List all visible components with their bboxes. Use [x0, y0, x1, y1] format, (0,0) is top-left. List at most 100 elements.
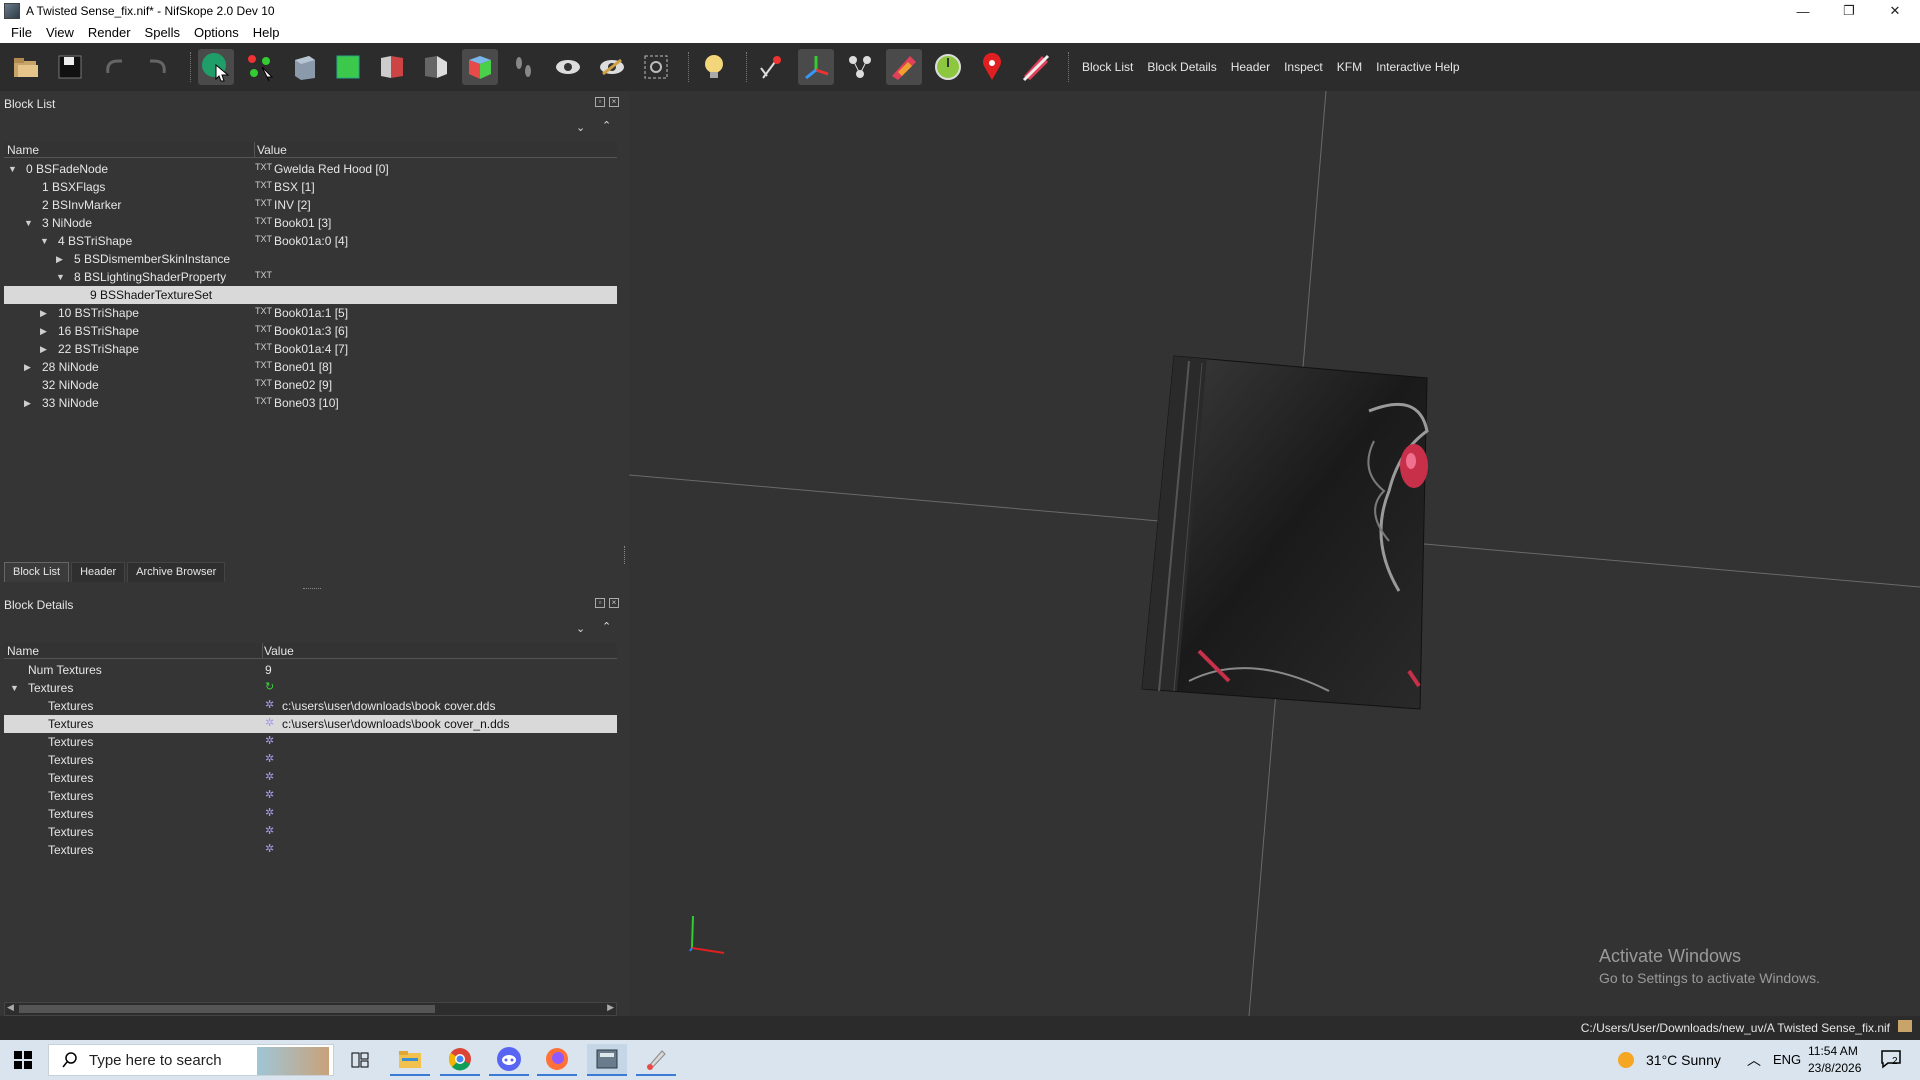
- paint-icon[interactable]: [636, 1044, 676, 1076]
- expanded-arrow-icon[interactable]: ▼: [8, 164, 17, 174]
- block-value[interactable]: Bone03 [10]: [274, 396, 339, 410]
- detail-row[interactable]: Num Textures 9: [4, 661, 617, 679]
- detail-row[interactable]: Textures ✲: [4, 733, 617, 751]
- toolbar-inspect[interactable]: Inspect: [1278, 56, 1329, 78]
- block-row[interactable]: ▶ 5 BSDismemberSkinInstance: [4, 250, 617, 268]
- menu-file[interactable]: File: [4, 25, 39, 40]
- detail-value[interactable]: 9: [265, 663, 272, 677]
- close-button[interactable]: ✕: [1872, 0, 1918, 22]
- block-row[interactable]: ▶ 33 NiNode TXT Bone03 [10]: [4, 394, 617, 412]
- no-textures-icon[interactable]: [1018, 49, 1054, 85]
- block-row[interactable]: ▼ 0 BSFadeNode TXT Gwelda Red Hood [0]: [4, 160, 617, 178]
- select-vertex-icon[interactable]: [242, 49, 278, 85]
- block-row[interactable]: ▼ 3 NiNode TXT Book01 [3]: [4, 214, 617, 232]
- view-flip-icon[interactable]: [418, 49, 454, 85]
- clock-time[interactable]: 11:54 AM: [1808, 1044, 1858, 1058]
- expanded-arrow-icon[interactable]: ▼: [40, 236, 49, 246]
- texture-file-icon[interactable]: ✲: [265, 716, 274, 729]
- block-value[interactable]: Bone01 [8]: [274, 360, 332, 374]
- expand-all-icon[interactable]: ⌃: [602, 620, 611, 633]
- 3d-viewport[interactable]: Activate Windows Go to Settings to activ…: [629, 91, 1920, 1016]
- col-value[interactable]: Value: [264, 644, 294, 658]
- nodes-icon[interactable]: [842, 49, 878, 85]
- pick-icon[interactable]: [754, 49, 790, 85]
- col-name[interactable]: Name: [7, 644, 39, 658]
- detail-row[interactable]: Textures ✲: [4, 823, 617, 841]
- weather-text[interactable]: 31°C Sunny: [1646, 1052, 1721, 1068]
- walk-icon[interactable]: [506, 49, 542, 85]
- close-panel-icon[interactable]: ×: [609, 97, 619, 107]
- expanded-arrow-icon[interactable]: ▼: [24, 218, 33, 228]
- block-value[interactable]: INV [2]: [274, 198, 311, 212]
- detail-row[interactable]: Textures ✲: [4, 841, 617, 859]
- close-panel-icon[interactable]: ×: [609, 598, 619, 608]
- collapsed-arrow-icon[interactable]: ▶: [24, 398, 31, 409]
- screenshot-icon[interactable]: [638, 49, 674, 85]
- block-row[interactable]: 1 BSXFlags TXT BSX [1]: [4, 178, 617, 196]
- axes-icon[interactable]: [798, 49, 834, 85]
- collapse-all-icon[interactable]: ⌄: [576, 121, 585, 134]
- texture-file-icon[interactable]: ✲: [265, 734, 274, 747]
- firefox-icon[interactable]: [537, 1044, 577, 1076]
- detail-row[interactable]: Textures ✲: [4, 805, 617, 823]
- discord-icon[interactable]: [489, 1044, 529, 1076]
- block-value[interactable]: Book01a:3 [6]: [274, 324, 348, 338]
- detail-row[interactable]: Textures ✲: [4, 769, 617, 787]
- col-value[interactable]: Value: [257, 143, 287, 157]
- clock-date[interactable]: 23/8/2026: [1808, 1061, 1861, 1075]
- horizontal-scrollbar[interactable]: ◀ ▶: [4, 1002, 617, 1016]
- menu-view[interactable]: View: [39, 25, 81, 40]
- file-explorer-icon[interactable]: [390, 1044, 430, 1076]
- detail-value[interactable]: c:\users\user\downloads\book cover.dds: [282, 699, 495, 713]
- nifskope-taskbar-icon[interactable]: [587, 1044, 627, 1076]
- collapsed-arrow-icon[interactable]: ▶: [40, 308, 47, 319]
- toolbar-block-list[interactable]: Block List: [1076, 56, 1139, 78]
- detail-row[interactable]: Textures ✲: [4, 787, 617, 805]
- collapsed-arrow-icon[interactable]: ▶: [56, 254, 63, 265]
- texture-file-icon[interactable]: ✲: [265, 752, 274, 765]
- weather-sun-icon[interactable]: [1617, 1051, 1635, 1069]
- texture-file-icon[interactable]: ✲: [265, 842, 274, 855]
- color-wheel-icon[interactable]: [930, 49, 966, 85]
- view-box-icon[interactable]: [286, 49, 322, 85]
- block-row[interactable]: 32 NiNode TXT Bone02 [9]: [4, 376, 617, 394]
- block-row[interactable]: ▶ 22 BSTriShape TXT Book01a:4 [7]: [4, 340, 617, 358]
- detail-row[interactable]: Textures ✲ c:\users\user\downloads\book co…: [4, 697, 617, 715]
- texture-file-icon[interactable]: ✲: [265, 806, 274, 819]
- expand-all-icon[interactable]: ⌃: [602, 119, 611, 132]
- collapse-all-icon[interactable]: ⌄: [576, 622, 585, 635]
- detail-value[interactable]: c:\users\user\downloads\book cover_n.dds: [282, 717, 509, 731]
- tab-archive-browser[interactable]: Archive Browser: [127, 562, 226, 582]
- menu-render[interactable]: Render: [81, 25, 138, 40]
- refresh-icon[interactable]: ↻: [265, 680, 274, 693]
- redo-icon[interactable]: [140, 49, 176, 85]
- float-panel-icon[interactable]: ▫: [595, 598, 605, 608]
- chrome-icon[interactable]: [440, 1044, 480, 1076]
- task-view-icon[interactable]: [340, 1044, 380, 1076]
- show-icon[interactable]: [550, 49, 586, 85]
- texture-file-icon[interactable]: ✲: [265, 770, 274, 783]
- block-value[interactable]: Book01a:4 [7]: [274, 342, 348, 356]
- collapsed-arrow-icon[interactable]: ▶: [24, 362, 31, 373]
- block-row[interactable]: ▶ 10 BSTriShape TXT Book01a:1 [5]: [4, 304, 617, 322]
- block-value[interactable]: Bone02 [9]: [274, 378, 332, 392]
- view-side-icon[interactable]: [374, 49, 410, 85]
- windows-start-icon[interactable]: [3, 1044, 43, 1076]
- marker-icon[interactable]: [974, 49, 1010, 85]
- restore-button[interactable]: ❐: [1826, 0, 1872, 22]
- toolbar-interactive-help[interactable]: Interactive Help: [1370, 56, 1465, 78]
- block-value[interactable]: Gwelda Red Hood [0]: [274, 162, 389, 176]
- chevron-up-icon[interactable]: ︿: [1747, 1050, 1761, 1070]
- toolbar-kfm[interactable]: KFM: [1331, 56, 1368, 78]
- hide-icon[interactable]: [594, 49, 630, 85]
- menu-options[interactable]: Options: [187, 25, 246, 40]
- scroll-right-icon[interactable]: ▶: [607, 1002, 614, 1013]
- detail-row[interactable]: Textures ✲ c:\users\user\downloads\book co…: [4, 715, 617, 733]
- block-row[interactable]: ▼ 8 BSLightingShaderProperty TXT: [4, 268, 617, 286]
- lighting-icon[interactable]: [696, 49, 732, 85]
- expanded-arrow-icon[interactable]: ▼: [10, 683, 19, 693]
- texture-file-icon[interactable]: ✲: [265, 698, 274, 711]
- undo-icon[interactable]: [96, 49, 132, 85]
- toolbar-block-details[interactable]: Block Details: [1141, 56, 1222, 78]
- folder-icon[interactable]: [1898, 1020, 1912, 1032]
